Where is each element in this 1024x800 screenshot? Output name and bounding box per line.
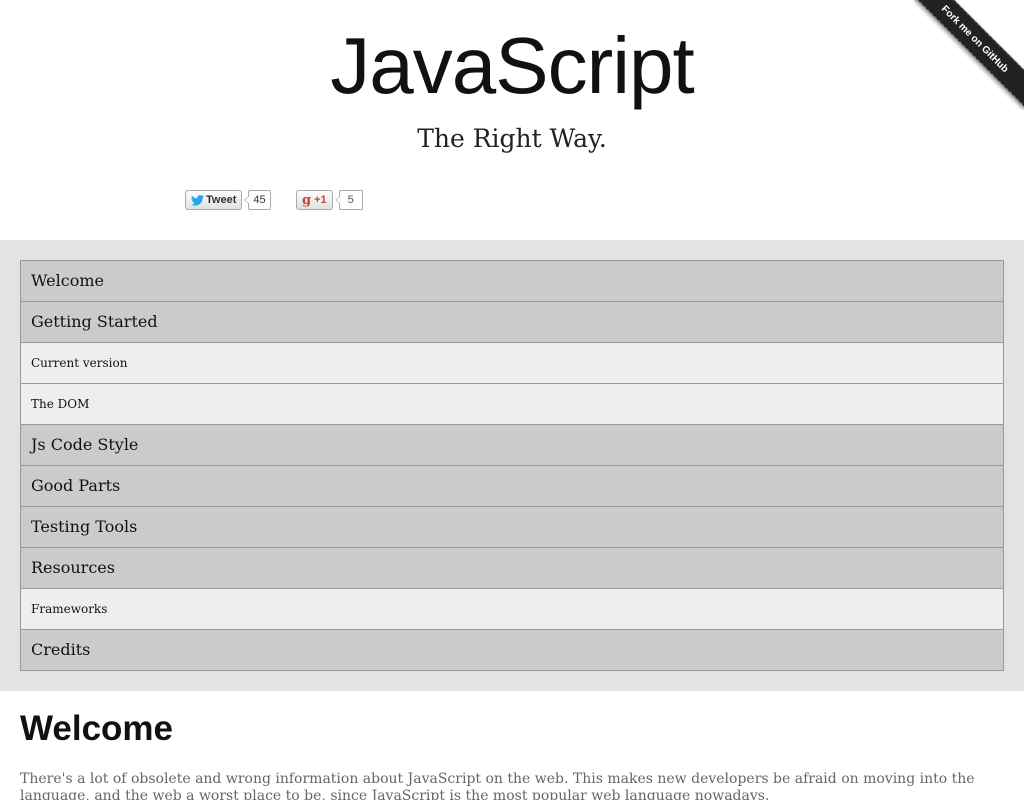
gplus-widget: g +1 5 <box>296 189 363 211</box>
gplus-button[interactable]: g +1 <box>296 190 333 210</box>
github-ribbon-wrapper: Fork me on GitHub <box>914 0 1024 110</box>
nav-item-js-code-style[interactable]: Js Code Style <box>21 424 1003 465</box>
intro-paragraph: There's a lot of obsolete and wrong info… <box>20 771 975 800</box>
nav-item-testing-tools[interactable]: Testing Tools <box>21 506 1003 547</box>
tweet-label: Tweet <box>206 194 237 206</box>
nav-item-getting-started[interactable]: Getting Started <box>21 301 1003 342</box>
nav-item-good-parts[interactable]: Good Parts <box>21 465 1003 506</box>
nav-item-credits[interactable]: Credits <box>21 629 1003 670</box>
site-subtitle: The Right Way. <box>417 124 607 153</box>
nav-item-resources[interactable]: Resources <box>21 547 1003 588</box>
nav-item-frameworks[interactable]: Frameworks <box>21 588 1003 629</box>
nav-item-welcome[interactable]: Welcome <box>21 261 1003 301</box>
site-header: JavaScript The Right Way. Tweet 45 g +1 … <box>0 0 1024 240</box>
gplus-count: 5 <box>334 190 363 210</box>
fork-on-github-ribbon[interactable]: Fork me on GitHub <box>914 0 1024 109</box>
tweet-widget: Tweet 45 <box>185 189 271 211</box>
section-title: Welcome <box>20 709 174 748</box>
tweet-count: 45 <box>244 190 271 210</box>
nav-item-the-dom[interactable]: The DOM <box>21 383 1003 424</box>
main-content: Welcome There's a lot of obsolete and wr… <box>0 691 1024 800</box>
nav-item-current-version[interactable]: Current version <box>21 342 1003 383</box>
gplus-label: +1 <box>314 194 327 206</box>
table-of-contents: Welcome Getting Started Current version The… <box>20 260 1004 671</box>
nav-section: Welcome Getting Started Current version The… <box>0 240 1024 691</box>
site-title: JavaScript <box>330 21 694 110</box>
google-g-icon: g <box>302 192 312 208</box>
tweet-button[interactable]: Tweet <box>185 190 243 210</box>
twitter-bird-icon <box>191 194 204 206</box>
